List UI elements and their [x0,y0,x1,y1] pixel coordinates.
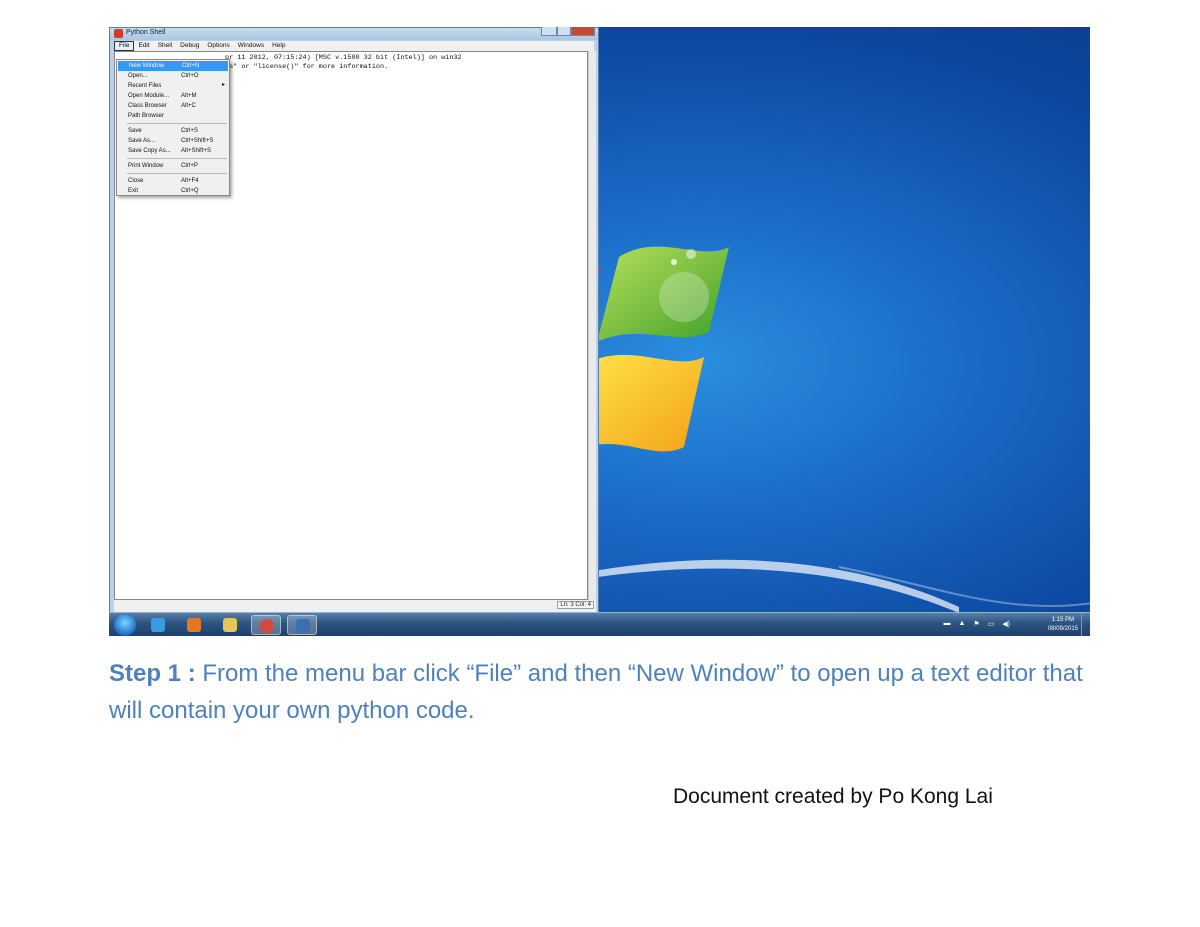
menu-item-shortcut: Ctrl+S [181,127,198,134]
step-caption: Step 1 : From the menu bar click “File” … [109,655,1099,729]
show-desktop-button[interactable] [1081,613,1090,636]
menu-item-recent-files[interactable]: Recent Files ▸ [117,81,229,91]
vertical-scrollbar[interactable] [588,51,596,600]
windows-logo-wallpaper [579,227,729,452]
menu-help[interactable]: Help [268,41,289,51]
clock-date: 08/09/2015 [1047,626,1078,632]
cursor-position: Ln: 3 Col: 4 [557,601,594,609]
menu-item-open-module[interactable]: Open Module... Alt+M [117,91,229,101]
shell-line: pr 11 2012, 07:15:24) [MSC v.1500 32 bit… [225,54,462,62]
status-bar: Ln: 3 Col: 4 [114,600,596,612]
taskbar: ▬ ▲ ⚑ ▭ ◀) 1:15 PM 08/09/2015 [109,612,1090,636]
action-center-flag-icon[interactable]: ⚑ [973,620,979,628]
menu-item-label: Exit [128,187,139,194]
menu-item-shortcut: Ctrl+O [181,72,199,79]
taskbar-app-chrome[interactable] [251,615,281,635]
menu-item-save-as[interactable]: Save As... Ctrl+Shift+S [117,136,229,146]
menu-windows[interactable]: Windows [234,41,268,51]
menu-item-label: Class Browser [128,102,167,109]
menu-debug[interactable]: Debug [176,41,203,51]
submenu-arrow-icon: ▸ [221,82,225,88]
taskbar-app-python[interactable] [287,615,317,635]
menu-item-new-window[interactable]: New Window Ctrl+N [118,61,228,71]
taskbar-clock[interactable]: 1:15 PM 08/09/2015 [1048,616,1078,634]
menu-item-label: Close [128,177,144,184]
menu-item-label: Save Copy As... [128,147,171,154]
taskbar-app-media-player[interactable] [179,615,209,635]
menu-item-shortcut: Alt+M [181,92,197,99]
maximize-button[interactable] [557,27,571,36]
shell-output: pr 11 2012, 07:15:24) [MSC v.1500 32 bit… [225,54,462,71]
chrome-icon [260,619,274,633]
volume-icon[interactable]: ◀) [1002,620,1010,628]
menu-item-shortcut: Ctrl+N [182,62,200,69]
menu-item-label: Save As... [128,137,156,144]
menu-options[interactable]: Options [203,41,233,51]
monitor-icon[interactable]: ▭ [988,620,995,628]
menu-shell[interactable]: Shell [154,41,176,51]
menu-item-shortcut: Alt+C [181,102,196,109]
internet-explorer-icon [151,618,165,632]
menu-item-shortcut: Ctrl+Q [181,187,199,194]
menu-item-label: Recent Files [128,82,162,89]
shell-line: ts" or "license()" for more information. [225,62,389,71]
start-button[interactable] [114,614,136,636]
menu-item-save-copy-as[interactable]: Save Copy As... Alt+Shift+S [117,146,229,156]
menu-item-open[interactable]: Open... Ctrl+O [117,71,229,81]
desktop-screenshot: Python Shell File Edit Shell Debug Optio… [109,27,1090,636]
show-hidden-icons-icon[interactable]: ▲ [958,620,965,628]
menu-item-label: New Window [129,62,165,69]
menu-item-save[interactable]: Save Ctrl+S [117,126,229,136]
file-menu-dropdown: New Window Ctrl+N Open... Ctrl+O Recent Fi… [116,59,230,196]
file-explorer-icon [223,618,237,632]
window-controls [541,27,595,36]
menu-item-label: Open... [128,72,148,79]
menu-edit[interactable]: Edit [134,41,153,51]
window-title: Python Shell [126,29,166,36]
network-icon[interactable]: ▬ [943,620,950,628]
menu-item-shortcut: Alt+F4 [181,177,199,184]
menu-item-shortcut: Ctrl+P [181,162,198,169]
step-label: Step 1 : [109,660,196,687]
menu-item-label: Print Window [128,162,164,169]
menu-item-label: Save [128,127,142,134]
menu-item-shortcut: Ctrl+Shift+S [181,137,214,144]
system-tray: ▬ ▲ ⚑ ▭ ◀) [943,620,1010,628]
menu-bar: File Edit Shell Debug Options Windows He… [114,41,594,51]
menu-item-label: Path Browser [128,112,165,119]
menu-item-close[interactable]: Close Alt+F4 [117,176,229,186]
media-player-icon [187,618,201,632]
title-bar[interactable]: Python Shell [110,27,598,40]
step-text: From the menu bar click “File” and then … [109,660,1083,724]
menu-item-exit[interactable]: Exit Ctrl+Q [117,186,229,196]
taskbar-app-internet-explorer[interactable] [143,615,173,635]
author-credit: Document created by Po Kong Lai [673,785,993,808]
python-idle-icon [114,29,123,38]
menu-item-path-browser[interactable]: Path Browser [117,111,229,121]
menu-item-class-browser[interactable]: Class Browser Alt+C [117,101,229,111]
menu-item-label: Open Module... [128,92,170,99]
close-button[interactable] [571,27,595,36]
taskbar-app-file-explorer[interactable] [215,615,245,635]
menu-item-shortcut: Alt+Shift+S [181,147,212,154]
menu-item-print-window[interactable]: Print Window Ctrl+P [117,161,229,171]
clock-time: 1:15 PM [1051,617,1075,623]
python-icon [296,619,310,633]
python-shell-window[interactable]: Python Shell File Edit Shell Debug Optio… [109,27,599,616]
menu-file[interactable]: File [114,41,135,51]
minimize-button[interactable] [541,27,557,36]
